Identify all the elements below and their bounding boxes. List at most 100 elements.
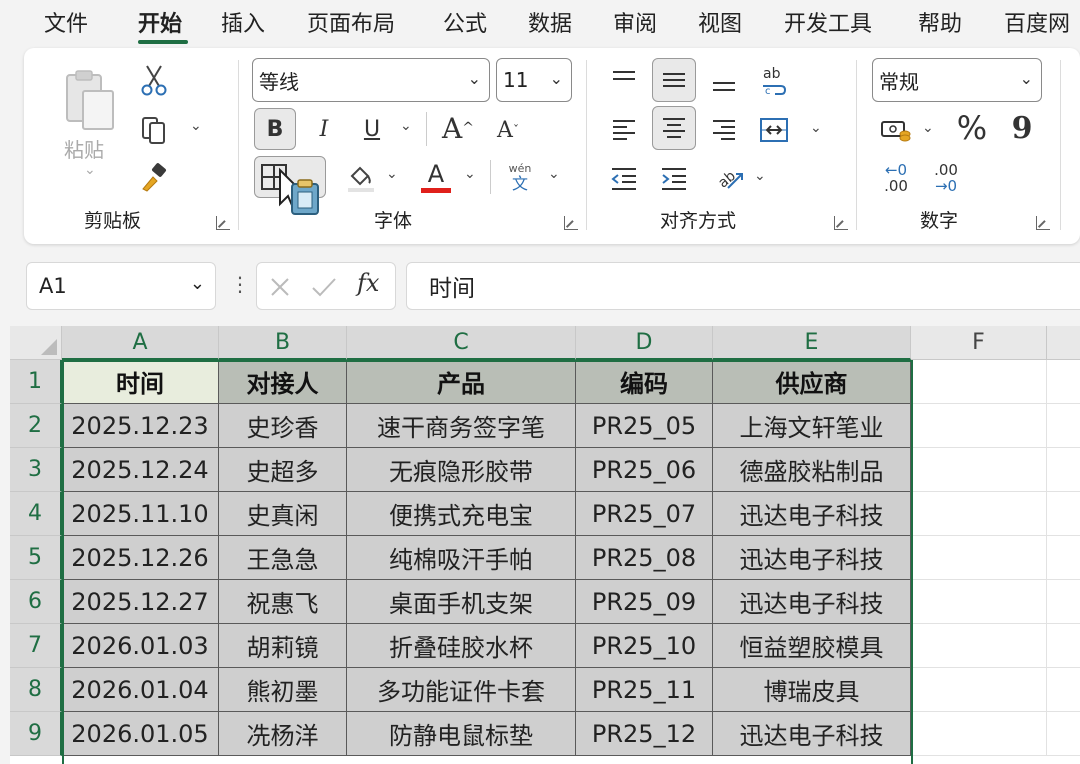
shrink-font-button[interactable]: Aˇ <box>490 110 526 150</box>
cancel-icon[interactable] <box>269 276 291 298</box>
underline-button[interactable]: U <box>354 108 390 150</box>
table-cell[interactable]: PR25_10 <box>576 624 713 668</box>
table-cell[interactable]: 防静电鼠标垫 <box>347 712 576 756</box>
row-header-5[interactable]: 5 <box>10 536 62 580</box>
orientation-button[interactable]: ab <box>710 158 750 198</box>
table-cell[interactable]: PR25_06 <box>576 448 713 492</box>
table-cell[interactable]: 2025.12.24 <box>62 448 219 492</box>
table-cell[interactable]: 王急急 <box>219 536 347 580</box>
empty-cell[interactable] <box>1047 360 1080 404</box>
empty-cell[interactable] <box>911 360 1047 404</box>
table-cell[interactable]: 迅达电子科技 <box>713 712 911 756</box>
row-header-4[interactable]: 4 <box>10 492 62 536</box>
table-cell[interactable]: 恒益塑胶模具 <box>713 624 911 668</box>
align-left-button[interactable] <box>606 110 642 150</box>
italic-button[interactable]: I <box>306 108 342 150</box>
row-header-3[interactable]: 3 <box>10 448 62 492</box>
table-cell[interactable]: 2025.11.10 <box>62 492 219 536</box>
empty-cell[interactable] <box>911 404 1047 448</box>
merge-dropdown-icon[interactable]: ⌄ <box>810 120 822 136</box>
accounting-dropdown-icon[interactable]: ⌄ <box>922 120 934 136</box>
paste-button[interactable] <box>62 66 118 134</box>
header-cell-e[interactable]: 供应商 <box>713 360 911 404</box>
row-header-6[interactable]: 6 <box>10 580 62 624</box>
decrease-indent-button[interactable] <box>606 160 642 198</box>
empty-cell[interactable] <box>1047 712 1080 756</box>
tab-formulas[interactable]: 公式 <box>443 6 487 38</box>
empty-cell[interactable] <box>911 712 1047 756</box>
header-cell-d[interactable]: 编码 <box>576 360 713 404</box>
table-cell[interactable]: 速干商务签字笔 <box>347 404 576 448</box>
header-cell-c[interactable]: 产品 <box>347 360 576 404</box>
table-cell[interactable]: 2025.12.26 <box>62 536 219 580</box>
table-cell[interactable]: 2026.01.05 <box>62 712 219 756</box>
table-cell[interactable]: 祝惠飞 <box>219 580 347 624</box>
alignment-launcher-icon[interactable] <box>834 216 848 230</box>
row-header-7[interactable]: 7 <box>10 624 62 668</box>
increase-indent-button[interactable] <box>656 160 692 198</box>
table-cell[interactable]: 多功能证件卡套 <box>347 668 576 712</box>
table-cell[interactable]: 上海文轩笔业 <box>713 404 911 448</box>
comma-style-button[interactable]: 9 <box>1004 106 1040 150</box>
empty-cell[interactable] <box>1047 580 1080 624</box>
font-name-combo[interactable]: 等线 ⌄ <box>252 58 490 102</box>
table-cell[interactable]: 史珍香 <box>219 404 347 448</box>
table-cell[interactable]: 迅达电子科技 <box>713 536 911 580</box>
tab-insert[interactable]: 插入 <box>221 6 265 38</box>
name-box[interactable]: A1 ⌄ <box>26 262 216 310</box>
tab-page-layout[interactable]: 页面布局 <box>307 6 395 38</box>
empty-cell[interactable] <box>1047 536 1080 580</box>
table-cell[interactable]: 2026.01.03 <box>62 624 219 668</box>
font-color-dropdown-icon[interactable]: ⌄ <box>464 166 476 182</box>
clipboard-launcher-icon[interactable] <box>216 216 230 230</box>
underline-dropdown-icon[interactable]: ⌄ <box>400 118 412 134</box>
font-launcher-icon[interactable] <box>564 216 578 230</box>
align-bottom-button[interactable] <box>706 66 742 100</box>
table-cell[interactable]: PR25_05 <box>576 404 713 448</box>
table-cell[interactable]: 熊初墨 <box>219 668 347 712</box>
phonetic-guide-button[interactable]: wén 文 <box>502 158 538 198</box>
table-cell[interactable]: 迅达电子科技 <box>713 580 911 624</box>
tab-review[interactable]: 审阅 <box>613 6 657 38</box>
font-size-combo[interactable]: 11 ⌄ <box>496 58 572 102</box>
fill-color-dropdown-icon[interactable]: ⌄ <box>386 166 398 182</box>
empty-cell[interactable] <box>911 536 1047 580</box>
table-cell[interactable]: 2025.12.23 <box>62 404 219 448</box>
tab-view[interactable]: 视图 <box>698 6 742 38</box>
row-header-2[interactable]: 2 <box>10 404 62 448</box>
table-cell[interactable]: 迅达电子科技 <box>713 492 911 536</box>
number-launcher-icon[interactable] <box>1036 216 1050 230</box>
more-options-icon[interactable]: ⋮ <box>230 272 250 296</box>
empty-cell[interactable] <box>911 624 1047 668</box>
tab-home[interactable]: 开始 <box>138 6 182 38</box>
merge-center-button[interactable] <box>754 110 794 150</box>
table-cell[interactable]: 史超多 <box>219 448 347 492</box>
table-cell[interactable]: PR25_11 <box>576 668 713 712</box>
tab-help[interactable]: 帮助 <box>918 6 962 38</box>
header-cell-a[interactable]: 时间 <box>62 360 219 404</box>
table-cell[interactable]: PR25_12 <box>576 712 713 756</box>
table-cell[interactable]: PR25_07 <box>576 492 713 536</box>
empty-cell[interactable] <box>1047 492 1080 536</box>
fill-color-button[interactable] <box>340 158 382 198</box>
format-painter-button[interactable] <box>136 160 172 196</box>
phonetic-dropdown-icon[interactable]: ⌄ <box>548 166 560 182</box>
enter-check-icon[interactable] <box>311 276 337 298</box>
font-color-button[interactable]: A <box>418 156 454 198</box>
tab-developer[interactable]: 开发工具 <box>784 6 872 38</box>
formula-input[interactable]: 时间 <box>406 262 1080 310</box>
table-cell[interactable]: 纯棉吸汗手帕 <box>347 536 576 580</box>
number-format-combo[interactable]: 常规 ⌄ <box>872 58 1042 102</box>
cut-button[interactable] <box>136 62 172 98</box>
table-cell[interactable]: PR25_08 <box>576 536 713 580</box>
align-middle-button[interactable] <box>652 58 696 102</box>
table-cell[interactable]: 2026.01.04 <box>62 668 219 712</box>
empty-cell[interactable] <box>911 668 1047 712</box>
empty-cell[interactable] <box>911 580 1047 624</box>
header-cell-b[interactable]: 对接人 <box>219 360 347 404</box>
empty-cell[interactable] <box>911 448 1047 492</box>
table-cell[interactable]: 便携式充电宝 <box>347 492 576 536</box>
accounting-format-button[interactable] <box>876 110 916 150</box>
align-top-button[interactable] <box>606 62 642 96</box>
empty-cell[interactable] <box>911 492 1047 536</box>
